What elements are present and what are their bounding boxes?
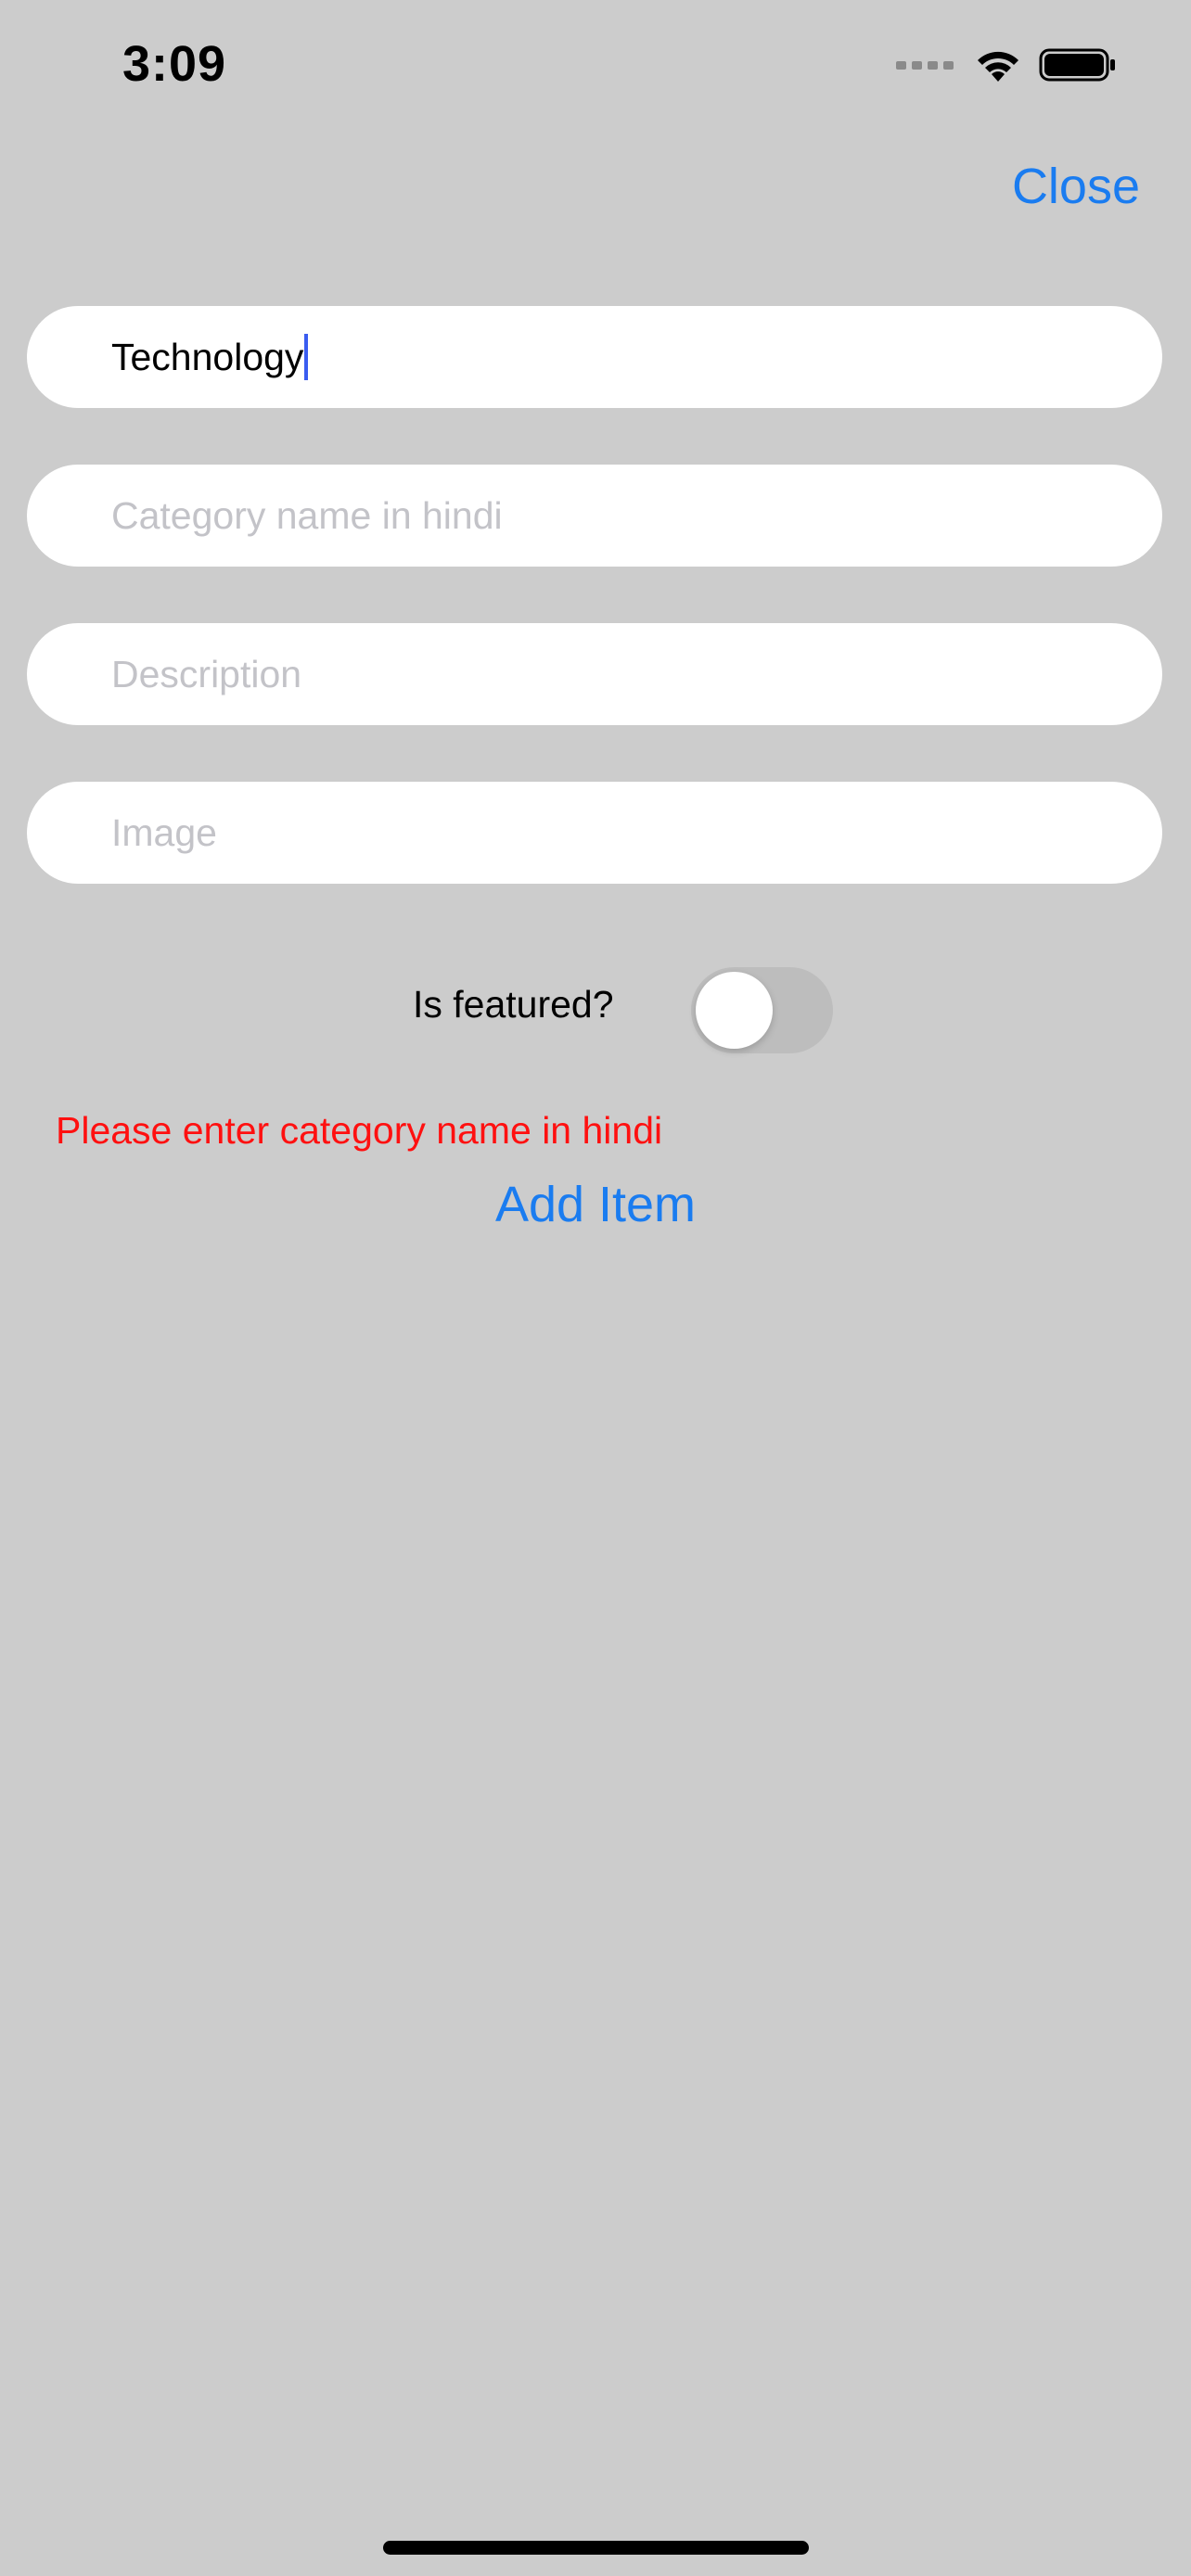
featured-label: Is featured? bbox=[413, 983, 614, 1026]
category-name-value: Technology bbox=[111, 336, 304, 378]
category-name-input[interactable]: Technology bbox=[111, 306, 309, 408]
add-item-button[interactable]: Add Item bbox=[0, 1176, 1191, 1233]
category-name-field[interactable]: Technology bbox=[27, 306, 1162, 408]
category-name-hindi-placeholder: Category name in hindi bbox=[111, 494, 503, 537]
description-field[interactable]: Description bbox=[27, 623, 1162, 725]
status-time: 3:09 bbox=[122, 36, 227, 92]
close-button[interactable]: Close bbox=[1012, 158, 1140, 215]
image-placeholder: Image bbox=[111, 811, 217, 854]
status-icons bbox=[896, 46, 1117, 83]
featured-toggle[interactable] bbox=[691, 967, 833, 1053]
home-indicator[interactable] bbox=[383, 2541, 809, 2555]
validation-error: Please enter category name in hindi bbox=[56, 1109, 663, 1152]
text-caret bbox=[304, 334, 309, 381]
category-name-hindi-field[interactable]: Category name in hindi bbox=[27, 465, 1162, 567]
toggle-knob bbox=[696, 972, 773, 1049]
wifi-icon bbox=[978, 51, 1018, 82]
battery-icon bbox=[1039, 48, 1115, 82]
description-placeholder: Description bbox=[111, 653, 302, 695]
image-field[interactable]: Image bbox=[27, 782, 1162, 884]
status-bar: 3:09 bbox=[0, 0, 1191, 130]
cellular-signal-icon bbox=[896, 60, 954, 70]
